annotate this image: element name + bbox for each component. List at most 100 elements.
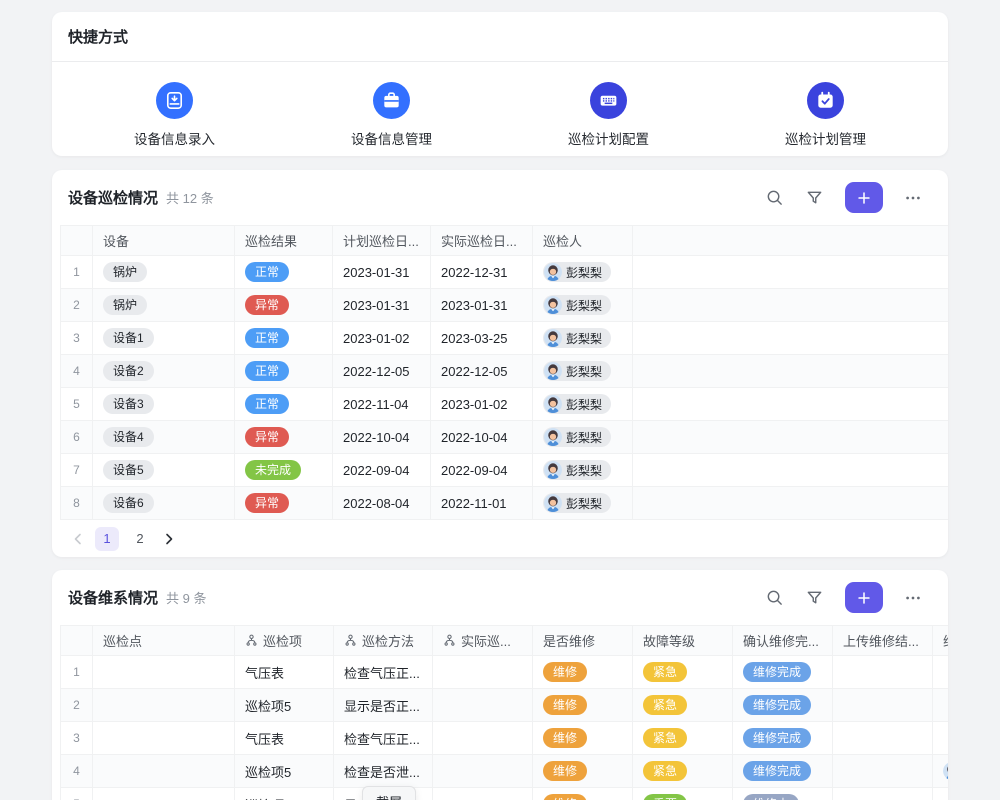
shortcut-item-1[interactable]: 设备信息录入 xyxy=(66,62,283,148)
cell-status[interactable]: 维修完成 xyxy=(733,656,833,688)
cell-text[interactable] xyxy=(93,722,235,754)
cell-text[interactable]: 2022-12-05 xyxy=(431,355,533,387)
cell-num[interactable]: 5 xyxy=(61,388,93,420)
add-record-button[interactable] xyxy=(845,582,883,613)
cell-status[interactable]: 未完成 xyxy=(235,454,333,486)
cell-text[interactable]: 巡检项5 xyxy=(235,755,334,787)
cell-num[interactable]: 8 xyxy=(61,487,93,519)
cell-status[interactable]: 维修 xyxy=(533,722,633,754)
cell-text[interactable] xyxy=(833,788,933,800)
cell-tag[interactable]: 设备6 xyxy=(93,487,235,519)
cell-num[interactable]: 4 xyxy=(61,355,93,387)
cell-num[interactable]: 2 xyxy=(61,689,93,721)
cell-text[interactable]: 巡检项5 xyxy=(235,689,334,721)
cell-text[interactable]: 2023-01-31 xyxy=(333,289,431,321)
cell-status[interactable]: 正常 xyxy=(235,355,333,387)
cell-status[interactable]: 紧急 xyxy=(633,656,733,688)
cell-text[interactable] xyxy=(833,755,933,787)
cell-text[interactable]: 2022-10-04 xyxy=(431,421,533,453)
cell-text[interactable] xyxy=(633,289,948,321)
more-icon[interactable] xyxy=(904,589,922,607)
add-record-button[interactable] xyxy=(845,182,883,213)
cell-text[interactable] xyxy=(933,722,948,754)
cell-text[interactable]: 2023-01-02 xyxy=(431,388,533,420)
cell-text[interactable] xyxy=(933,788,948,800)
cell-text[interactable] xyxy=(433,788,533,800)
cell-num[interactable]: 3 xyxy=(61,322,93,354)
cell-text[interactable]: 2022-09-04 xyxy=(333,454,431,486)
page-number-1[interactable]: 1 xyxy=(95,527,119,551)
cell-status[interactable]: 异常 xyxy=(235,487,333,519)
search-icon[interactable] xyxy=(765,188,784,207)
cell-text[interactable] xyxy=(633,421,948,453)
column-header[interactable]: 实际巡检日... xyxy=(431,226,533,255)
cell-tag[interactable]: 设备2 xyxy=(93,355,235,387)
column-header[interactable] xyxy=(61,226,93,255)
cell-person[interactable]: 彭梨梨 xyxy=(533,289,633,321)
cell-status[interactable]: 紧急 xyxy=(633,722,733,754)
column-header[interactable] xyxy=(61,626,93,655)
cell-text[interactable] xyxy=(633,487,948,519)
shortcut-item-2[interactable]: 设备信息管理 xyxy=(283,62,500,148)
cell-text[interactable] xyxy=(933,689,948,721)
column-header[interactable]: 巡检结果 xyxy=(235,226,333,255)
cell-text[interactable]: 2023-03-25 xyxy=(431,322,533,354)
cell-person[interactable]: 彭梨梨 xyxy=(533,256,633,288)
cell-text[interactable] xyxy=(633,388,948,420)
column-header[interactable]: 维 xyxy=(933,626,948,655)
cell-num[interactable]: 2 xyxy=(61,289,93,321)
column-header[interactable]: 巡检人 xyxy=(533,226,633,255)
cell-status[interactable]: 维修中 xyxy=(733,788,833,800)
filter-icon[interactable] xyxy=(805,188,824,207)
more-icon[interactable] xyxy=(904,189,922,207)
cell-person[interactable]: 彭梨梨 xyxy=(533,487,633,519)
cell-text[interactable]: 2022-11-01 xyxy=(431,487,533,519)
page-number-2[interactable]: 2 xyxy=(128,527,152,551)
cell-text[interactable] xyxy=(93,689,235,721)
filter-icon[interactable] xyxy=(805,588,824,607)
cell-text[interactable] xyxy=(433,755,533,787)
cell-num[interactable]: 5 xyxy=(61,788,93,800)
cell-text[interactable]: 2022-12-05 xyxy=(333,355,431,387)
cell-status[interactable]: 维修 xyxy=(533,689,633,721)
cell-status[interactable]: 正常 xyxy=(235,322,333,354)
search-icon[interactable] xyxy=(765,588,784,607)
cell-text[interactable] xyxy=(833,722,933,754)
cell-text[interactable] xyxy=(93,755,235,787)
cell-text[interactable] xyxy=(833,656,933,688)
next-page-button[interactable] xyxy=(161,531,177,547)
cell-num[interactable]: 4 xyxy=(61,755,93,787)
column-header[interactable]: 巡检点 xyxy=(93,626,235,655)
cell-status[interactable]: 维修完成 xyxy=(733,722,833,754)
cell-text[interactable]: 气压表 xyxy=(235,722,334,754)
cell-text[interactable]: 2022-08-04 xyxy=(333,487,431,519)
cell-text[interactable]: 巡检项5 xyxy=(235,788,334,800)
cell-tag[interactable]: 设备5 xyxy=(93,454,235,486)
cell-text[interactable] xyxy=(93,656,235,688)
cell-tag[interactable]: 设备1 xyxy=(93,322,235,354)
cell-text[interactable]: 显示是否正... xyxy=(334,689,433,721)
cell-status[interactable]: 维修 xyxy=(533,788,633,800)
cell-person[interactable]: 彭梨梨 xyxy=(533,421,633,453)
cell-tag[interactable]: 锅炉 xyxy=(93,256,235,288)
cell-status[interactable]: 维修 xyxy=(533,755,633,787)
cell-person[interactable]: 彭梨梨 xyxy=(533,355,633,387)
prev-page-button[interactable] xyxy=(70,531,86,547)
cell-text[interactable]: 2023-01-31 xyxy=(333,256,431,288)
cell-num[interactable]: 1 xyxy=(61,256,93,288)
column-header[interactable]: 巡检方法 xyxy=(334,626,433,655)
cell-tag[interactable]: 锅炉 xyxy=(93,289,235,321)
cell-text[interactable] xyxy=(633,322,948,354)
cell-num[interactable]: 6 xyxy=(61,421,93,453)
cell-status[interactable]: 维修完成 xyxy=(733,689,833,721)
cell-num[interactable]: 3 xyxy=(61,722,93,754)
cell-text[interactable]: 检查气压正... xyxy=(334,722,433,754)
cell-status[interactable]: 紧急 xyxy=(633,755,733,787)
cell-num[interactable]: 1 xyxy=(61,656,93,688)
cell-text[interactable] xyxy=(833,689,933,721)
cell-text[interactable] xyxy=(933,656,948,688)
shortcut-item-3[interactable]: 巡检计划配置 xyxy=(500,62,717,148)
cell-text[interactable] xyxy=(633,256,948,288)
cell-text[interactable] xyxy=(433,656,533,688)
cell-status[interactable]: 维修 xyxy=(533,656,633,688)
